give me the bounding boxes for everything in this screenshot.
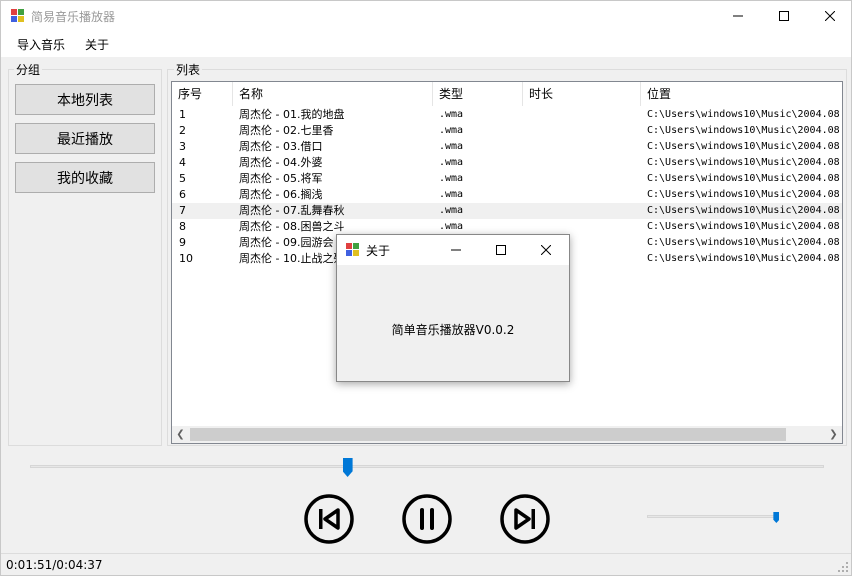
list-header: 序号 名称 类型 时长 位置 (172, 82, 842, 106)
cell-no: 2 (179, 124, 186, 137)
volume-slider-thumb[interactable] (773, 512, 780, 523)
cell-path: C:\Users\windows10\Music\2004.08. (647, 253, 843, 264)
table-row[interactable]: 3 周杰伦 - 03.借口 .wma C:\Users\windows10\Music… (172, 139, 843, 155)
cell-name: 周杰伦 - 03.借口 (239, 140, 323, 153)
cell-type: .wma (439, 125, 464, 136)
cell-path: C:\Users\windows10\Music\2004.08. (647, 157, 843, 168)
cell-name: 周杰伦 - 05.将军 (239, 172, 323, 185)
cell-type: .wma (439, 205, 464, 216)
app-icon (11, 9, 24, 22)
cell-path: C:\Users\windows10\Music\2004.08. (647, 109, 843, 120)
close-button[interactable] (807, 1, 852, 31)
cell-type: .wma (439, 173, 464, 184)
dialog-app-icon (346, 243, 359, 256)
table-row[interactable]: 5 周杰伦 - 05.将军 .wma C:\Users\windows10\Music… (172, 171, 843, 187)
scrollbar-thumb[interactable] (190, 428, 786, 441)
cell-path: C:\Users\windows10\Music\2004.08. (647, 205, 843, 216)
minimize-icon (733, 15, 743, 17)
cell-type: .wma (439, 157, 464, 168)
about-dialog: 关于 简单音乐播放器V0.0.2 (336, 234, 570, 382)
table-row[interactable]: 2 周杰伦 - 02.七里香 .wma C:\Users\windows10\Musi… (172, 123, 843, 139)
volume-track[interactable] (647, 515, 779, 518)
window-title: 简易音乐播放器 (31, 10, 116, 24)
cell-name: 周杰伦 - 08.困兽之斗 (239, 220, 345, 233)
resize-grip-icon[interactable] (837, 561, 849, 573)
dialog-message: 简单音乐播放器V0.0.2 (391, 323, 515, 337)
column-header-type[interactable]: 类型 (433, 82, 523, 106)
cell-type: .wma (439, 109, 464, 120)
horizontal-scrollbar[interactable]: ❮ ❯ (172, 426, 842, 443)
cell-no: 10 (179, 252, 193, 265)
previous-icon[interactable] (304, 494, 354, 544)
cell-no: 9 (179, 236, 186, 249)
maximize-button[interactable] (761, 1, 807, 31)
cell-path: C:\Users\windows10\Music\2004.08. (647, 221, 843, 232)
cell-path: C:\Users\windows10\Music\2004.08. (647, 125, 843, 136)
close-icon (541, 245, 551, 255)
dialog-close-button[interactable] (523, 235, 569, 265)
main-window: 简易音乐播放器 导入音乐 关于 分组 本地列表 最近播放 我的收藏 列表 序号 … (0, 0, 852, 576)
cell-no: 3 (179, 140, 186, 153)
cell-no: 4 (179, 156, 186, 169)
cell-path: C:\Users\windows10\Music\2004.08. (647, 189, 843, 200)
maximize-icon (779, 11, 789, 21)
next-icon[interactable] (500, 494, 550, 544)
table-row[interactable]: 8 周杰伦 - 08.困兽之斗 .wma C:\Users\windows10\Mus… (172, 219, 843, 235)
column-header-name[interactable]: 名称 (233, 82, 433, 106)
recent-played-button[interactable]: 最近播放 (15, 123, 155, 154)
cell-no: 5 (179, 172, 186, 185)
table-row[interactable]: 1 周杰伦 - 01.我的地盘 .wma C:\Users\windows10\Mus… (172, 107, 843, 123)
cell-path: C:\Users\windows10\Music\2004.08. (647, 237, 843, 248)
cell-type: .wma (439, 221, 464, 232)
column-header-location[interactable]: 位置 (641, 82, 842, 106)
cell-no: 1 (179, 108, 186, 121)
close-icon (825, 11, 835, 21)
progress-track[interactable] (30, 465, 824, 468)
minimize-button[interactable] (715, 1, 761, 31)
time-display: 0:01:51/0:04:37 (6, 558, 103, 572)
group-list-label: 列表 (174, 61, 203, 78)
pause-icon[interactable] (402, 494, 452, 544)
menu-bar: 导入音乐 关于 (1, 31, 851, 57)
cell-no: 6 (179, 188, 186, 201)
scroll-left-icon[interactable]: ❮ (172, 426, 189, 443)
dialog-minimize-button[interactable] (433, 235, 479, 265)
cell-name: 周杰伦 - 07.乱舞春秋 (239, 204, 345, 217)
cell-type: .wma (439, 189, 464, 200)
cell-path: C:\Users\windows10\Music\2004.08. (647, 173, 843, 184)
cell-name: 周杰伦 - 01.我的地盘 (239, 108, 345, 121)
table-row[interactable]: 4 周杰伦 - 04.外婆 .wma C:\Users\windows10\Music… (172, 155, 843, 171)
status-divider (1, 553, 851, 554)
my-favorites-button[interactable]: 我的收藏 (15, 162, 155, 193)
table-row[interactable]: 7 周杰伦 - 07.乱舞春秋 .wma C:\Users\windows10\Mus… (172, 203, 843, 219)
dialog-title-bar[interactable]: 关于 (337, 235, 569, 265)
cell-name: 周杰伦 - 02.七里香 (239, 124, 334, 137)
local-list-button[interactable]: 本地列表 (15, 84, 155, 115)
column-header-duration[interactable]: 时长 (523, 82, 641, 106)
cell-path: C:\Users\windows10\Music\2004.08. (647, 141, 843, 152)
column-header-number[interactable]: 序号 (172, 82, 233, 106)
title-bar[interactable]: 简易音乐播放器 (1, 1, 851, 31)
maximize-icon (496, 245, 506, 255)
cell-type: .wma (439, 141, 464, 152)
menu-import-music[interactable]: 导入音乐 (17, 36, 65, 53)
group-sidebar-label: 分组 (14, 61, 43, 78)
menu-about[interactable]: 关于 (85, 36, 109, 53)
dialog-title: 关于 (366, 244, 391, 258)
dialog-maximize-button[interactable] (478, 235, 524, 265)
scroll-right-icon[interactable]: ❯ (825, 426, 842, 443)
cell-no: 7 (179, 204, 186, 217)
progress-slider-thumb[interactable] (342, 458, 353, 477)
table-row[interactable]: 6 周杰伦 - 06.搁浅 .wma C:\Users\windows10\Music… (172, 187, 843, 203)
cell-name: 周杰伦 - 04.外婆 (239, 156, 323, 169)
cell-no: 8 (179, 220, 186, 233)
cell-name: 周杰伦 - 06.搁浅 (239, 188, 323, 201)
minimize-icon (451, 249, 461, 251)
